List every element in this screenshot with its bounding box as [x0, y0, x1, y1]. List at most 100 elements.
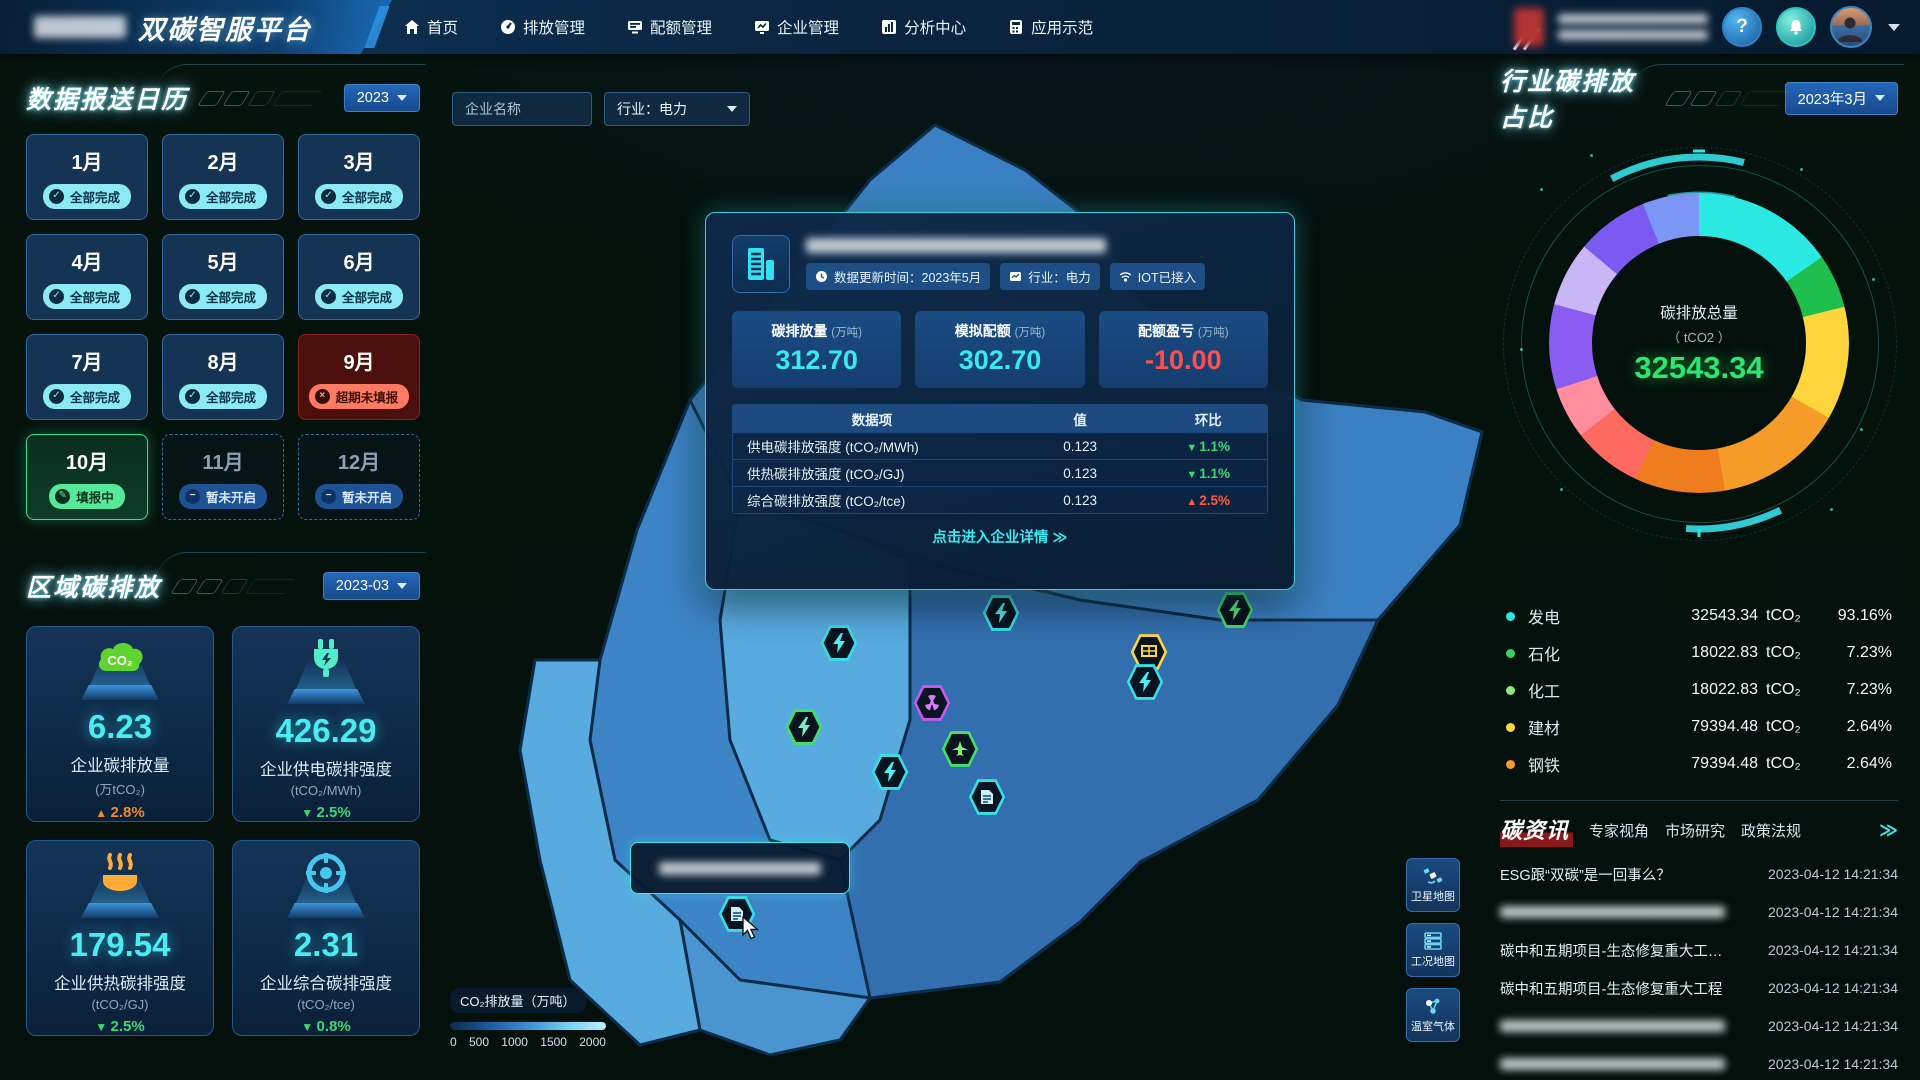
news-item[interactable]: 2023-04-12 14:21:34	[1500, 1007, 1898, 1045]
nav-item-emission[interactable]: 排放管理	[500, 16, 585, 38]
industry-period-select[interactable]: 2023年3月	[1785, 82, 1898, 115]
industry-icon	[1009, 270, 1022, 283]
nav-item-analysis[interactable]: 分析中心	[881, 16, 966, 38]
status-badge: ✓全部完成	[179, 184, 267, 209]
check-icon: ✓	[321, 289, 336, 304]
metric-value: -10.00	[1099, 345, 1268, 376]
metric-value: 302.70	[915, 345, 1084, 376]
calendar-year-select[interactable]: 2023	[344, 84, 420, 112]
month-card-1[interactable]: 1月✓全部完成	[26, 134, 148, 220]
bolt-icon	[831, 633, 847, 653]
stat-value: 2.31	[294, 926, 358, 964]
stat-unit: (万tCO₂)	[95, 779, 145, 798]
news-item[interactable]: ESG跟“双碳”是一回事么？ 2023-04-12 14:21:34	[1500, 855, 1898, 893]
month-card-2[interactable]: 2月✓全部完成	[162, 134, 284, 220]
legend-ticks: 0500100015002000	[450, 1035, 606, 1049]
satellite-icon	[1423, 867, 1443, 885]
month-card-8[interactable]: 8月✓全部完成	[162, 334, 284, 420]
bell-icon	[1787, 18, 1805, 36]
nav-item-enterprise[interactable]: 企业管理	[754, 16, 839, 38]
status-badge: ✎填报中	[49, 484, 125, 509]
nav-item-quota[interactable]: 配额管理	[627, 16, 712, 38]
stat-card-emission: CO₂ 6.23 企业碳排放量 (万tCO₂) 2.8%	[26, 626, 214, 822]
left-column: 数据报送日历 2023 1月✓全部完成 2月✓全部完成 3月✓全部完成 4月✓全…	[26, 78, 420, 1036]
satellite-map-button[interactable]: 卫星地图	[1406, 858, 1460, 912]
regional-title: 区域碳排放	[26, 568, 161, 604]
stat-unit: (tCO₂/MWh)	[291, 783, 362, 798]
stat-card-heat: 179.54 企业供热碳排强度 (tCO₂/GJ) 2.5%	[26, 840, 214, 1036]
minus-icon: −	[185, 489, 200, 504]
stat-label: 企业碳排放量	[71, 752, 170, 776]
news-tabs: 专家视角 市场研究 政策法规	[1589, 820, 1801, 841]
news-header: 碳资讯 专家视角 市场研究 政策法规 ≫	[1500, 813, 1898, 847]
nav-label: 企业管理	[777, 16, 839, 38]
nav-label: 应用示范	[1031, 16, 1093, 38]
month-card-5[interactable]: 5月✓全部完成	[162, 234, 284, 320]
cross-icon: ×	[315, 389, 330, 404]
news-item[interactable]: 碳中和五期项目-生态修复重大工程... 2023-04-12 14:21:34	[1500, 931, 1898, 969]
nav-item-home[interactable]: 首页	[404, 16, 458, 38]
platform-title: 双碳智服平台	[138, 8, 312, 47]
redacted-org-logo	[1514, 8, 1544, 46]
help-button[interactable]: ?	[1722, 7, 1762, 47]
year-value: 2023	[357, 90, 389, 106]
grid-chart-icon	[881, 19, 897, 35]
month-card-9[interactable]: 9月×超期未填报	[298, 334, 420, 420]
metric-value: 312.70	[732, 345, 901, 376]
stat-value: 426.29	[276, 712, 377, 750]
topbar-right: ?	[1514, 0, 1900, 54]
enterprise-detail-link[interactable]: 点击进入企业详情 ≫	[732, 526, 1268, 547]
co2-legend: CO₂排放量（万吨） 0500100015002000	[450, 988, 620, 1049]
metric-emission: 碳排放量 (万吨) 312.70	[732, 311, 901, 388]
news-more-arrow[interactable]: ≫	[1879, 820, 1898, 841]
redacted-news-title	[1500, 1058, 1725, 1070]
topbar: 双碳智服平台 首页 排放管理 配额管理 企业管理 分析中心	[0, 0, 1920, 54]
stat-delta: 2.5%	[301, 804, 350, 821]
regional-period-select[interactable]: 2023-03	[323, 572, 420, 600]
month-card-3[interactable]: 3月✓全部完成	[298, 134, 420, 220]
metric-quota: 模拟配额 (万吨) 302.70	[915, 311, 1084, 388]
gauge-icon	[500, 19, 516, 35]
notification-button[interactable]	[1776, 7, 1816, 47]
ghg-map-button[interactable]: 温室气体	[1406, 988, 1460, 1042]
check-icon: ✓	[185, 289, 200, 304]
map-layer-buttons: 卫星地图 工况地图 温室气体	[1406, 858, 1460, 1042]
condition-map-button[interactable]: 工况地图	[1406, 923, 1460, 977]
regional-stats: CO₂ 6.23 企业碳排放量 (万tCO₂) 2.8% 426.29 企业供电…	[26, 626, 420, 1036]
stat-unit: (tCO₂/tce)	[297, 997, 355, 1012]
month-card-4[interactable]: 4月✓全部完成	[26, 234, 148, 320]
check-icon: ✓	[49, 189, 64, 204]
donut-center-label: 碳排放总量	[1660, 301, 1738, 323]
heat-icon	[97, 851, 143, 893]
month-card-6[interactable]: 6月✓全部完成	[298, 234, 420, 320]
legend-row-chemical: 化工 18022.83 tCO₂ 7.23%	[1506, 678, 1892, 702]
main-nav: 首页 排放管理 配额管理 企业管理 分析中心 应用示范	[404, 0, 1093, 54]
month-card-11[interactable]: 11月−暂未开启	[162, 434, 284, 520]
right-column: 行业碳排放占比 2023年3月 碳排放总量	[1500, 78, 1898, 1080]
news-item[interactable]: 2023-04-12 14:21:34	[1500, 893, 1898, 931]
nav-label: 分析中心	[904, 16, 966, 38]
month-card-10[interactable]: 10月✎填报中	[26, 434, 148, 520]
tab-market-research[interactable]: 市场研究	[1665, 820, 1725, 841]
tab-expert-view[interactable]: 专家视角	[1589, 820, 1649, 841]
news-item[interactable]: 2023-04-12 14:21:34	[1500, 1045, 1898, 1080]
month-grid: 1月✓全部完成 2月✓全部完成 3月✓全部完成 4月✓全部完成 5月✓全部完成 …	[26, 134, 420, 520]
stat-unit: (tCO₂/GJ)	[91, 997, 148, 1012]
redacted-tooltip-text	[659, 862, 821, 875]
tab-policy[interactable]: 政策法规	[1741, 820, 1801, 841]
month-card-7[interactable]: 7月✓全部完成	[26, 334, 148, 420]
clock-icon	[815, 270, 828, 283]
month-card-12[interactable]: 12月−暂未开启	[298, 434, 420, 520]
period-value: 2023-03	[336, 578, 389, 594]
chevron-down-icon[interactable]	[1888, 24, 1900, 31]
user-avatar[interactable]	[1830, 6, 1872, 48]
legend-dot	[1506, 723, 1515, 732]
stat-label: 企业综合碳排强度	[260, 970, 392, 994]
nav-item-demo[interactable]: 应用示范	[1008, 16, 1093, 38]
news-item[interactable]: 碳中和五期项目-生态修复重大工程 2023-04-12 14:21:34	[1500, 969, 1898, 1007]
status-badge: ✓全部完成	[179, 384, 267, 409]
stat-value: 6.23	[88, 708, 152, 746]
iot-tag: IOT已接入	[1110, 263, 1205, 290]
news-list: ESG跟“双碳”是一回事么？ 2023-04-12 14:21:34 2023-…	[1500, 855, 1898, 1080]
legend-row-petrochem: 石化 18022.83 tCO₂ 7.23%	[1506, 641, 1892, 665]
